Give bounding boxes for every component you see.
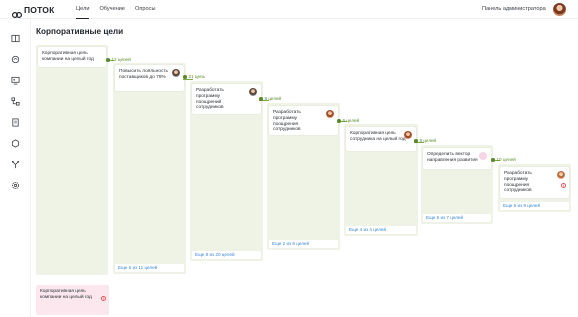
nav-item-learning[interactable]: Обучение: [99, 0, 125, 19]
connector-dot-icon: [259, 97, 263, 101]
assignee-avatar: [172, 69, 180, 77]
brain-icon[interactable]: [11, 55, 20, 64]
settings-icon[interactable]: [11, 181, 20, 190]
column-more-link[interactable]: Еще 8 из 20 целей: [192, 251, 261, 259]
goal-card-title: Разработать программу поощрений сотрудни…: [196, 88, 224, 111]
connector-dot-icon: [414, 139, 418, 143]
goal-card-title: Корпоративная цель компании на целый год: [40, 289, 92, 300]
connector-dot-icon: [491, 158, 495, 162]
connector-dot-icon: [106, 58, 110, 62]
badge-icon[interactable]: [11, 139, 20, 148]
goal-card[interactable]: Разработать программу поощрений сотрудни…: [192, 84, 261, 114]
assignee-avatar: [479, 152, 487, 160]
column-more-link[interactable]: Еще 4 из 4 целей: [346, 226, 416, 234]
nav-item-surveys[interactable]: Опросы: [135, 0, 155, 19]
book-icon[interactable]: [11, 34, 20, 43]
goal-card-alert[interactable]: Корпоративная цель компании на целый год…: [36, 285, 109, 315]
alert-icon: !: [101, 296, 106, 301]
goal-column: Разработать программу поощрений сотрудни…: [190, 81, 263, 261]
top-bar: ПОТОК Цели Обучение Опросы Панель админи…: [0, 0, 578, 19]
goal-column: Корпоративная цель сотрудника на целый г…: [344, 124, 418, 236]
column-header[interactable]: 8 целей: [259, 96, 281, 102]
assignee-avatar: [404, 131, 412, 139]
goal-column: Определить вектор направления развития Е…: [421, 145, 493, 224]
goal-card-title: Разработать программу поощрения сотрудни…: [504, 171, 532, 194]
column-header[interactable]: 8 целей: [414, 138, 436, 144]
column-header[interactable]: 21 цель: [183, 74, 205, 80]
assignee-avatar: [326, 110, 334, 118]
connector-dot-icon: [183, 75, 187, 79]
goal-column: Разработать программу поощрения сотрудни…: [498, 164, 571, 212]
goal-card[interactable]: Разработать программу поощрения сотрудни…: [269, 106, 338, 135]
document-icon[interactable]: [11, 118, 20, 127]
goal-card-title: Повысить лояльность поставщиков до 78%: [119, 69, 169, 80]
assignee-avatar: [249, 88, 257, 96]
column-more-link[interactable]: Еще 6 из 9 целей: [500, 202, 569, 210]
column-header-count: 8 целей: [264, 96, 282, 101]
main-nav: Цели Обучение Опросы: [76, 0, 155, 19]
connector-dot-icon: [337, 119, 341, 123]
goal-card[interactable]: Корпоративная цель компании на целый год: [38, 47, 106, 67]
goal-card[interactable]: Повысить лояльность поставщиков до 78%: [115, 65, 184, 91]
goal-card[interactable]: Определить вектор направления развития: [423, 148, 491, 169]
column-more-link[interactable]: Еще 5 из 7 целей: [423, 214, 491, 222]
goal-column: Повысить лояльность поставщиков до 78% Е…: [113, 63, 186, 274]
sidebar: [0, 19, 31, 317]
goal-column: Разработать программу поощрения сотрудни…: [267, 103, 340, 250]
alert-icon: !: [561, 183, 566, 188]
column-more-link[interactable]: Еще 2 из 8 целей: [269, 240, 338, 248]
column-more-link[interactable]: Еще 5 из 11 целей: [115, 264, 184, 272]
presentation-icon[interactable]: [11, 76, 20, 85]
logo[interactable]: ПОТОК: [11, 4, 55, 18]
column-header[interactable]: 10 целей: [491, 157, 516, 163]
logo-text: ПОТОК: [24, 4, 55, 15]
column-header-count: 10 целей: [496, 157, 516, 162]
goal-card-title: Корпоративная цель компании на целый год: [42, 51, 94, 62]
logo-mark-icon: [11, 6, 23, 18]
column-header-count: 21 цель: [188, 74, 205, 79]
goal-card-title: Разработать программу поощрения сотрудни…: [273, 110, 301, 133]
page-title: Корпоративные цели: [36, 27, 124, 36]
goal-card-title: Корпоративная цель сотрудника на целый г…: [350, 131, 406, 142]
hierarchy-icon[interactable]: [11, 97, 20, 106]
column-header-count: 8 целей: [419, 138, 437, 143]
nav-item-goals[interactable]: Цели: [76, 0, 90, 19]
goal-column: Корпоративная цель компании на целый год: [36, 45, 108, 275]
assignee-avatar: [557, 171, 565, 179]
goal-card-title: Определить вектор направления развития: [427, 152, 478, 163]
goal-card[interactable]: Разработать программу поощрения сотрудни…: [500, 167, 569, 198]
tree-icon[interactable]: [11, 160, 20, 169]
user-avatar[interactable]: [553, 3, 566, 16]
goal-card[interactable]: Корпоративная цель сотрудника на целый г…: [346, 127, 416, 151]
admin-panel-link[interactable]: Панель администратора: [482, 0, 546, 19]
